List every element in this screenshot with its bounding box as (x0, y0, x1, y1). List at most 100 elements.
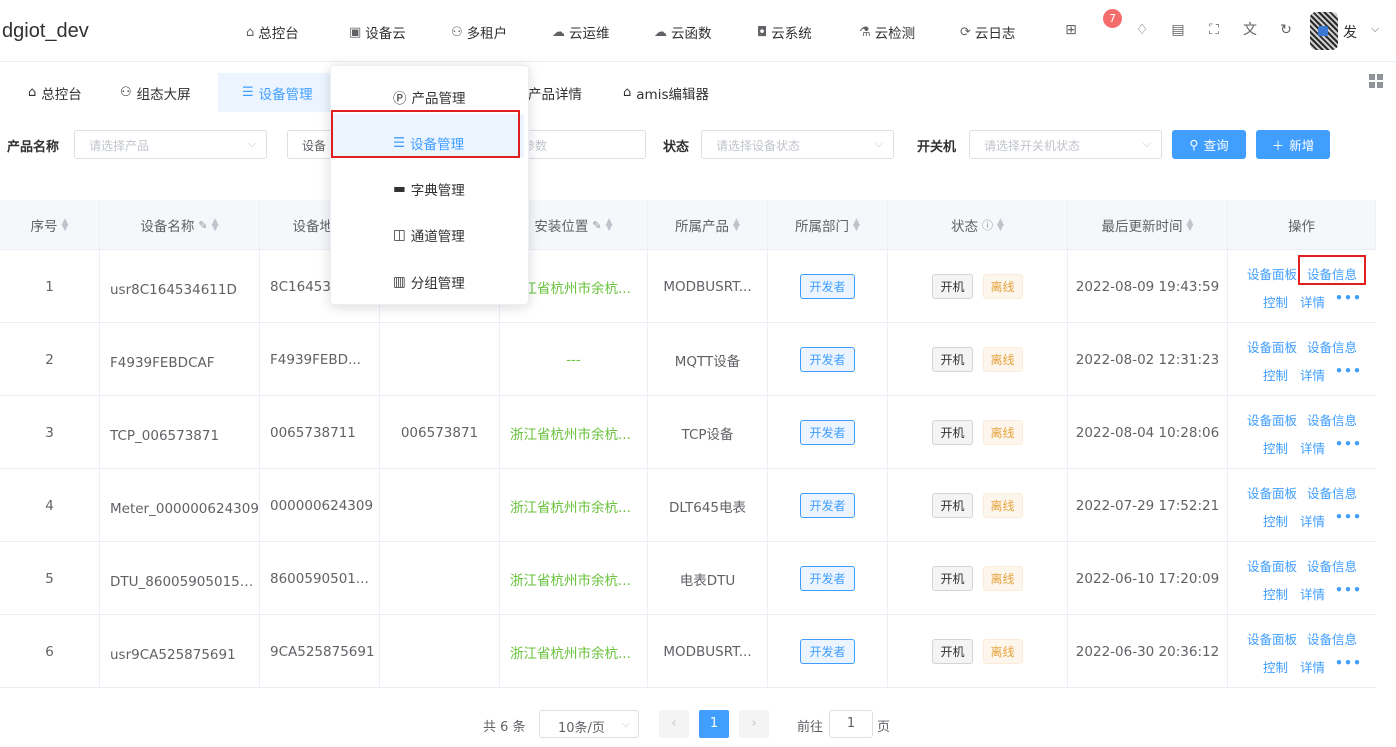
detail-link[interactable]: 详情 (1300, 511, 1325, 530)
more-icon[interactable]: ••• (1335, 655, 1362, 670)
cell-department: 开发者 (768, 250, 888, 323)
tree-icon[interactable]: ⊞ (1062, 21, 1080, 39)
device-panel-link[interactable]: 设备面板 (1247, 483, 1297, 502)
bell-icon[interactable]: ♢ (1133, 21, 1151, 39)
menu-item-channel-management[interactable]: ◫ 通道管理 (393, 225, 465, 245)
refresh-icon[interactable]: ↻ (1277, 21, 1295, 39)
product-name: DLT645电表 (668, 499, 747, 516)
more-icon[interactable]: ••• (1335, 363, 1362, 378)
sort-icon[interactable]: ▲ ▼ (733, 218, 740, 233)
control-link[interactable]: 控制 (1263, 584, 1288, 603)
device-panel-link[interactable]: 设备面板 (1247, 264, 1297, 283)
more-icon[interactable]: ••• (1335, 436, 1362, 451)
tab-product-detail[interactable]: 产品详情 (522, 73, 588, 112)
more-icon[interactable]: ••• (1335, 290, 1362, 305)
more-icon[interactable]: ••• (1335, 582, 1362, 597)
sort-icon[interactable]: ▲ ▼ (997, 218, 1004, 233)
control-link[interactable]: 控制 (1263, 511, 1288, 530)
avatar[interactable] (1310, 12, 1338, 50)
topnav-cloud-log[interactable]: ⟳ 云日志 (960, 22, 1015, 43)
control-link[interactable]: 控制 (1263, 657, 1288, 676)
menu-item-product-management[interactable]: Ⓟ 产品管理 (393, 87, 466, 107)
control-link[interactable]: 控制 (1263, 365, 1288, 384)
cell-updated: 2022-08-09 19:43:59 (1068, 250, 1228, 323)
col-updated[interactable]: 最后更新时间 ▲ ▼ (1068, 200, 1228, 250)
cell-index: 5 (0, 542, 100, 615)
col-status[interactable]: 状态 ⓘ ▲ ▼ (888, 200, 1068, 250)
topnav-cloud-inspection[interactable]: ⚗ 云检测 (859, 22, 915, 43)
device-info-link[interactable]: 设备信息 (1307, 483, 1357, 502)
control-link[interactable]: 控制 (1263, 438, 1288, 457)
menu-item-group-management[interactable]: ▥ 分组管理 (393, 272, 465, 292)
goto-page-input[interactable]: 1 (829, 710, 873, 738)
status-select[interactable]: 请选择设备状态 ⌵ (701, 130, 894, 159)
detail-link[interactable]: 详情 (1300, 292, 1325, 311)
tab-visual-screen[interactable]: ⚇ 组态大屏 (114, 73, 197, 112)
device-info-link[interactable]: 设备信息 (1307, 410, 1357, 429)
device-panel-link[interactable]: 设备面板 (1247, 629, 1297, 648)
more-icon[interactable]: ••• (1335, 509, 1362, 524)
pagination-total: 共 6 条 (483, 720, 526, 735)
cell-updated: 2022-06-30 20:36:12 (1068, 615, 1228, 688)
param-input[interactable]: 参数 (510, 130, 646, 159)
add-button[interactable]: ＋ 新增 (1256, 130, 1330, 159)
sort-icon[interactable]: ▲ ▼ (212, 218, 219, 233)
device-panel-link[interactable]: 设备面板 (1247, 337, 1297, 356)
sort-icon[interactable]: ▲ ▼ (1187, 218, 1194, 233)
select-placeholder: 请选择开关机状态 (984, 139, 1081, 153)
topnav-multi-tenant[interactable]: ⚇ 多租户 (451, 22, 507, 43)
col-department[interactable]: 所属部门 ▲ ▼ (768, 200, 888, 250)
col-label: 所属部门 (795, 219, 850, 235)
power-tag: 开机 (932, 639, 973, 664)
user-name[interactable]: 发 (1343, 22, 1357, 42)
topnav-cloud-ops[interactable]: ☁ 云运维 (552, 22, 610, 43)
apps-grid-icon[interactable] (1369, 74, 1383, 88)
sort-icon[interactable]: ▲ ▼ (606, 218, 613, 233)
highlight-box (331, 110, 520, 158)
prev-page-button[interactable]: ‹ (659, 710, 689, 738)
document-icon[interactable]: ▤ (1169, 21, 1187, 39)
page-size-select[interactable]: 10条/页 ⌵ (539, 710, 639, 738)
select-placeholder: 请选择产品 (89, 139, 150, 153)
device-panel-link[interactable]: 设备面板 (1247, 410, 1297, 429)
log-icon: ⟳ (960, 24, 971, 40)
menu-item-dictionary-management[interactable]: ▬ 字典管理 (393, 179, 465, 199)
topnav-device-cloud[interactable]: ▣ 设备云 (349, 22, 406, 43)
detail-link[interactable]: 详情 (1300, 438, 1325, 457)
device-cloud-dropdown: Ⓟ 产品管理 ☰ 设备管理 ▬ 字典管理 ◫ 通道管理 ▥ 分组管理 (330, 65, 529, 305)
table-row: 4 Meter_000000624309 000000624309 浙江省杭州市余杭.… (0, 469, 1376, 542)
search-button[interactable]: ⚲ 查询 (1172, 130, 1246, 159)
page-number-current[interactable]: 1 (699, 710, 729, 738)
menu-item-label: 分组管理 (410, 276, 465, 292)
tab-amis-editor[interactable]: ⌂ amis编辑器 (617, 73, 715, 112)
col-index[interactable]: 序号 ▲ ▼ (0, 200, 100, 250)
col-product[interactable]: 所属产品 ▲ ▼ (648, 200, 768, 250)
control-link[interactable]: 控制 (1263, 292, 1288, 311)
cell-department: 开发者 (768, 323, 888, 396)
cell-name: DTU_860059050154320 (100, 542, 260, 615)
col-name[interactable]: 设备名称 ✎ ▲ ▼ (100, 200, 260, 250)
sort-icon[interactable]: ▲ ▼ (853, 218, 860, 233)
cell-product: 电表DTU (648, 542, 768, 615)
cell-actions: 设备面板 设备信息 控制 详情 ••• (1228, 396, 1376, 469)
topnav-cloud-system[interactable]: ◘ 云系统 (757, 22, 812, 43)
device-info-link[interactable]: 设备信息 (1307, 556, 1357, 575)
sort-icon[interactable]: ▲ ▼ (62, 218, 69, 233)
detail-link[interactable]: 详情 (1300, 584, 1325, 603)
tab-device-management[interactable]: ☰ 设备管理 (218, 73, 330, 112)
translate-icon[interactable]: 文 (1241, 21, 1259, 39)
topnav-dashboard[interactable]: ⌂ 总控台 (246, 22, 299, 43)
device-info-link[interactable]: 设备信息 (1307, 629, 1357, 648)
topnav-cloud-functions[interactable]: ☁ 云函数 (654, 22, 712, 43)
product-select[interactable]: 请选择产品 ⌵ (74, 130, 267, 159)
device-address: 8600590501... (270, 570, 369, 587)
next-page-button[interactable]: › (739, 710, 769, 738)
chevron-down-icon[interactable]: ⌵ (1371, 22, 1379, 36)
detail-link[interactable]: 详情 (1300, 657, 1325, 676)
tab-dashboard[interactable]: ⌂ 总控台 (22, 73, 88, 112)
fullscreen-icon[interactable]: ⛶ (1205, 21, 1223, 39)
device-panel-link[interactable]: 设备面板 (1247, 556, 1297, 575)
power-select[interactable]: 请选择开关机状态 ⌵ (969, 130, 1162, 159)
device-info-link[interactable]: 设备信息 (1307, 337, 1357, 356)
detail-link[interactable]: 详情 (1300, 365, 1325, 384)
